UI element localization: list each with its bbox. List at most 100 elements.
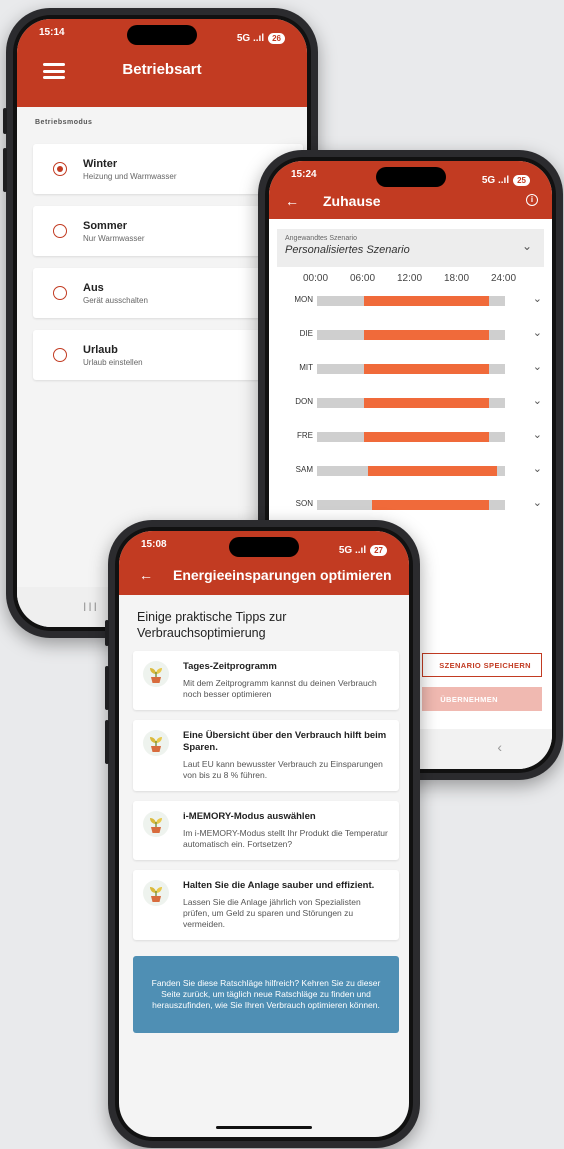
info-icon[interactable]: i [526, 194, 538, 206]
status-time: 15:24 [291, 169, 317, 180]
tip-title: Halten Sie die Anlage sauber und effizie… [183, 880, 375, 891]
screen-energieeinsparungen: 15:08 5G ..ıl 27 ← Energieeinsparungen o… [119, 531, 409, 1137]
mode-subtitle: Urlaub einstellen [83, 357, 143, 367]
schedule-track[interactable] [317, 398, 505, 408]
scenario-value: Personalisiertes Szenario [285, 244, 410, 256]
chevron-down-icon[interactable]: ⌄ [533, 394, 542, 407]
plant-icon [143, 730, 169, 756]
battery-icon: 25 [513, 174, 530, 186]
hour-tick-label: 24:00 [491, 273, 517, 284]
plant-icon [143, 811, 169, 837]
hour-tick-label: 12:00 [397, 273, 423, 284]
tip-title: Tages-Zeitprogramm [183, 661, 277, 672]
mode-title: Winter [83, 157, 118, 170]
schedule-active-period [364, 364, 490, 374]
schedule-active-period [364, 432, 490, 442]
day-label: SON [295, 499, 313, 508]
tip-title: i-MEMORY-Modus auswählen [183, 811, 316, 822]
battery-icon: 27 [370, 544, 387, 556]
mode-subtitle: Nur Warmwasser [83, 233, 145, 243]
signal-icon: 5G ..ıl [236, 32, 265, 44]
chevron-down-icon[interactable]: ⌄ [533, 496, 542, 509]
phone-side-button [105, 620, 109, 646]
radio-button[interactable] [53, 162, 67, 176]
phone-side-button [3, 148, 7, 192]
hour-tick-label: 06:00 [350, 273, 376, 284]
schedule-track[interactable] [317, 296, 505, 306]
day-label: SAM [295, 465, 313, 474]
schedule-active-period [367, 466, 498, 476]
schedule-active-period [364, 330, 490, 340]
hour-tick-label: 18:00 [444, 273, 470, 284]
tip-text: Im i-MEMORY-Modus stellt Ihr Produkt die… [183, 828, 388, 849]
schedule-track[interactable] [317, 500, 505, 510]
day-row[interactable]: MON ⌄ [269, 292, 552, 329]
recents-icon[interactable]: III [83, 600, 99, 614]
schedule-track[interactable] [317, 364, 505, 374]
phone-side-button [105, 666, 109, 710]
scenario-label: Angewandtes Szenario [285, 235, 357, 242]
day-row[interactable]: DON ⌄ [269, 394, 552, 431]
dynamic-island [375, 167, 446, 187]
day-label: MON [294, 295, 313, 304]
section-label: Betriebsmodus [35, 119, 93, 126]
back-arrow-icon[interactable]: ← [139, 567, 153, 583]
tip-text: Lassen Sie die Anlage jährlich von Spezi… [183, 897, 361, 929]
mode-subtitle: Heizung und Warmwasser [83, 171, 177, 181]
tip-card[interactable]: Eine Übersicht über den Verbrauch hilft … [133, 720, 399, 791]
battery-icon: 26 [268, 32, 285, 44]
radio-button[interactable] [53, 286, 67, 300]
plant-icon [143, 661, 169, 687]
apply-button[interactable]: ÜBERNEHMEN [422, 687, 542, 711]
day-label: DON [295, 397, 313, 406]
phone-side-button [3, 108, 7, 134]
mode-title: Sommer [83, 219, 128, 232]
day-row[interactable]: FRE ⌄ [269, 428, 552, 465]
tip-title: Eine Übersicht über den Verbrauch hilft … [183, 730, 387, 753]
hour-axis: 00:00 06:00 12:00 18:00 24:00 [269, 273, 552, 289]
schedule-active-period [364, 296, 490, 306]
chevron-down-icon[interactable]: ⌄ [533, 326, 542, 339]
radio-button[interactable] [53, 224, 67, 238]
page-title: Betriebsart [122, 61, 202, 78]
day-row[interactable]: SAM ⌄ [269, 462, 552, 499]
tip-card[interactable]: Halten Sie die Anlage sauber und effizie… [133, 870, 399, 940]
chevron-down-icon: ⌄ [521, 239, 532, 253]
day-row[interactable]: DIE ⌄ [269, 326, 552, 363]
radio-button[interactable] [53, 348, 67, 362]
mode-title: Urlaub [83, 343, 118, 356]
day-label: DIE [299, 329, 313, 338]
nav-back-icon[interactable]: ‹ [497, 739, 502, 755]
schedule-track[interactable] [317, 466, 505, 476]
page-title: Zuhause [323, 193, 381, 209]
feedback-banner[interactable]: Fanden Sie diese Ratschläge hilfreich? K… [133, 956, 399, 1033]
phone-energieeinsparungen: 15:08 5G ..ıl 27 ← Energieeinsparungen o… [105, 520, 420, 1148]
home-indicator[interactable] [216, 1126, 312, 1129]
save-scenario-button[interactable]: SZENARIO SPEICHERN [422, 653, 542, 677]
mode-subtitle: Gerät ausschalten [83, 295, 148, 305]
tip-text: Mit dem Zeitprogramm kannst du deinen Ve… [183, 678, 377, 699]
signal-icon: 5G ..ıl [481, 174, 510, 186]
phone-side-button [105, 720, 109, 764]
mode-title: Aus [83, 281, 104, 294]
day-row[interactable]: MIT ⌄ [269, 360, 552, 397]
day-label: MIT [299, 363, 313, 372]
back-arrow-icon[interactable]: ← [285, 193, 299, 209]
tip-text: Laut EU kann bewusster Verbrauch zu Eins… [183, 759, 383, 780]
schedule-active-period [371, 500, 490, 510]
tip-card[interactable]: i-MEMORY-Modus auswählen Im i-MEMORY-Modu… [133, 801, 399, 860]
schedule-track[interactable] [317, 432, 505, 442]
chevron-down-icon[interactable]: ⌄ [533, 292, 542, 305]
day-label: FRE [297, 431, 313, 440]
chevron-down-icon[interactable]: ⌄ [533, 462, 542, 475]
schedule-track[interactable] [317, 330, 505, 340]
tip-card[interactable]: Tages-Zeitprogramm Mit dem Zeitprogramm k… [133, 651, 399, 710]
signal-icon: 5G ..ıl [338, 544, 367, 556]
chevron-down-icon[interactable]: ⌄ [533, 428, 542, 441]
chevron-down-icon[interactable]: ⌄ [533, 360, 542, 373]
scenario-dropdown[interactable]: Angewandtes Szenario Personalisiertes Sz… [277, 229, 544, 267]
schedule-active-period [364, 398, 490, 408]
status-time: 15:08 [141, 539, 167, 550]
dynamic-island [127, 25, 197, 45]
dynamic-island [229, 537, 299, 557]
